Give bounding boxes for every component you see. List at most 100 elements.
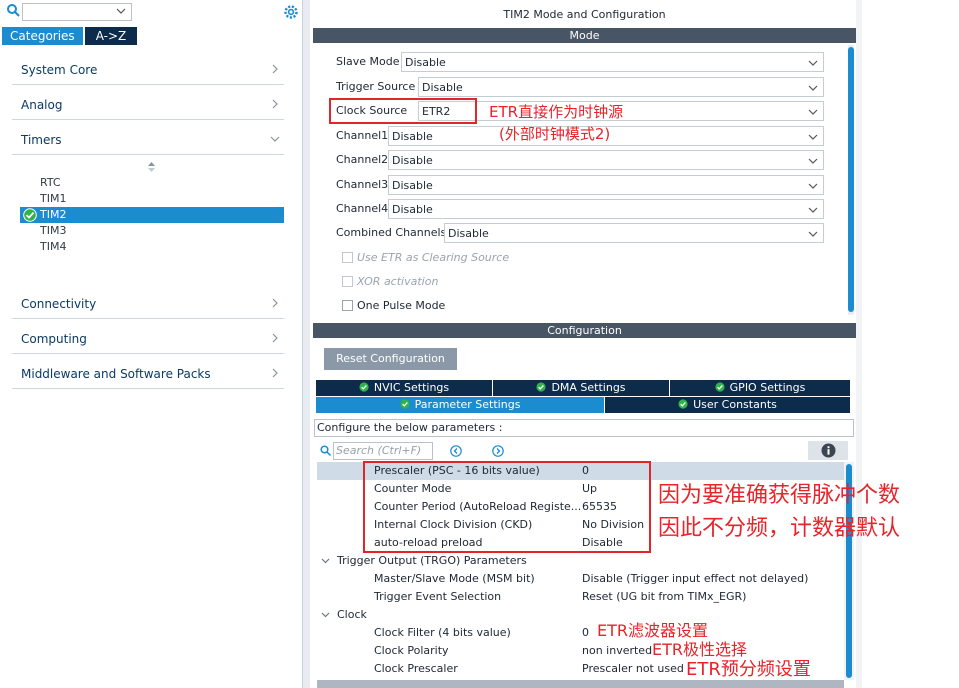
reset-configuration-button[interactable]: Reset Configuration <box>324 348 457 370</box>
tab-user-constants[interactable]: User Constants <box>605 397 851 413</box>
param-name: Clock Polarity <box>374 644 449 657</box>
category-tabs: Categories A->Z <box>2 27 138 45</box>
timer-item-tim3[interactable]: TIM3 <box>40 223 66 239</box>
info-button[interactable] <box>808 441 848 460</box>
category-label: Timers <box>21 133 62 147</box>
param-row-trigger-event[interactable]: Trigger Event Selection Reset (UG bit fr… <box>317 588 844 606</box>
tab-nvic-settings[interactable]: NVIC Settings <box>316 380 493 396</box>
annotation-etr-direct: ETR直接作为时钟源 <box>489 103 624 121</box>
checkbox-label: XOR activation <box>357 275 439 288</box>
param-value[interactable]: 0 <box>582 624 589 642</box>
category-connectivity[interactable]: Connectivity <box>12 289 284 319</box>
channel3-value: Disable <box>392 179 433 192</box>
category-analog[interactable]: Analog <box>12 90 284 120</box>
panel-splitter[interactable] <box>302 0 310 688</box>
tab-a-z[interactable]: A->Z <box>84 27 138 45</box>
param-group-name: Trigger Output (TRGO) Parameters <box>337 554 527 567</box>
param-name: Master/Slave Mode (MSM bit) <box>374 572 535 585</box>
timer-item-tim2[interactable]: TIM2 <box>20 207 284 223</box>
channel2-select[interactable]: Disable <box>388 150 824 170</box>
param-value[interactable]: Disable (Trigger input effect not delaye… <box>582 570 808 588</box>
chevron-down-icon <box>116 8 126 14</box>
slave-mode-select[interactable]: Disable <box>401 52 824 72</box>
horizontal-scrollbar[interactable] <box>317 680 844 688</box>
param-group-clock[interactable]: Clock <box>317 606 844 624</box>
tab-dma-settings[interactable]: DMA Settings <box>493 380 670 396</box>
mode-scrollbar[interactable] <box>848 45 854 315</box>
category-label: System Core <box>21 63 98 77</box>
timer-item-tim1[interactable]: TIM1 <box>40 191 66 207</box>
chevron-down-icon <box>808 60 818 66</box>
param-value[interactable]: Prescaler not used <box>582 660 684 678</box>
channel2-value: Disable <box>392 154 433 167</box>
channel4-select[interactable]: Disable <box>388 199 824 219</box>
clock-source-highlight <box>329 98 477 124</box>
check-circle-icon <box>715 382 725 392</box>
tab-parameter-settings[interactable]: Parameter Settings <box>316 397 605 413</box>
chevron-down-icon <box>321 612 330 618</box>
checkbox-box[interactable] <box>342 276 353 287</box>
tab-label: Parameter Settings <box>414 398 521 411</box>
previous-match-icon[interactable] <box>450 445 462 457</box>
channel1-value: Disable <box>392 130 433 143</box>
search-icon <box>320 445 331 456</box>
category-system-core[interactable]: System Core <box>12 55 284 85</box>
timer-item-label: TIM2 <box>40 208 67 221</box>
param-name: Trigger Event Selection <box>374 590 502 603</box>
timer-item-tim4[interactable]: TIM4 <box>40 239 66 255</box>
param-group-trgo[interactable]: Trigger Output (TRGO) Parameters <box>317 552 844 570</box>
param-value[interactable]: non inverted <box>582 642 652 660</box>
channel1-label: Channel1 <box>336 129 389 142</box>
tab-gpio-settings[interactable]: GPIO Settings <box>670 380 851 396</box>
category-computing[interactable]: Computing <box>12 324 284 354</box>
checkbox-box[interactable] <box>342 252 353 263</box>
parameter-search-input[interactable]: Search (Ctrl+F) <box>333 442 433 460</box>
chevron-right-icon <box>272 99 278 109</box>
outer-scrollbar[interactable] <box>856 0 862 688</box>
channel3-label: Channel3 <box>336 178 389 191</box>
param-row-msm[interactable]: Master/Slave Mode (MSM bit) Disable (Tri… <box>317 570 844 588</box>
param-value[interactable]: Reset (UG bit from TIMx_EGR) <box>582 588 746 606</box>
search-dropdown[interactable] <box>22 3 132 21</box>
annotation-count-line1: 因为要准确获得脉冲个数 <box>658 483 901 508</box>
trigger-source-select[interactable]: Disable <box>418 77 824 97</box>
category-label: Middleware and Software Packs <box>21 367 211 381</box>
slave-mode-value: Disable <box>405 56 446 69</box>
page-title: TIM2 Mode and Configuration <box>503 8 666 21</box>
sort-icon[interactable] <box>147 161 156 173</box>
chevron-down-icon <box>808 207 818 213</box>
timer-item-rtc[interactable]: RTC <box>40 175 61 191</box>
chevron-right-icon <box>272 333 278 343</box>
mode-header: Mode <box>313 28 856 43</box>
category-label: Analog <box>21 98 63 112</box>
scrollbar-thumb[interactable] <box>848 47 854 312</box>
search-icon[interactable] <box>6 3 20 17</box>
category-timers[interactable]: Timers <box>12 125 284 155</box>
parameter-search: Search (Ctrl+F) <box>320 442 435 460</box>
channel3-select[interactable]: Disable <box>388 175 824 195</box>
tab-categories[interactable]: Categories <box>2 27 83 45</box>
checkbox-box[interactable] <box>342 300 353 311</box>
check-circle-icon <box>678 399 688 409</box>
next-match-icon[interactable] <box>492 445 504 457</box>
param-group-name: Clock <box>337 608 367 621</box>
chevron-down-icon <box>270 136 280 142</box>
chevron-down-icon <box>321 558 330 564</box>
category-label: Computing <box>21 332 87 346</box>
chevron-down-icon <box>808 109 818 115</box>
combined-channels-select[interactable]: Disable <box>444 223 824 243</box>
param-row-clock-filter[interactable]: Clock Filter (4 bits value) 0 <box>317 624 844 642</box>
chevron-down-icon <box>808 85 818 91</box>
tab-label: NVIC Settings <box>373 381 450 394</box>
counter-params-highlight <box>363 461 651 553</box>
channel4-row: Channel4 Disable <box>332 199 824 219</box>
combined-channels-row: Combined Channels Disable <box>332 223 824 243</box>
tab-label: User Constants <box>693 398 777 411</box>
stm32cubemx-window: Categories A->Z System Core Analog Timer… <box>0 0 959 688</box>
category-middleware[interactable]: Middleware and Software Packs <box>12 359 284 389</box>
trigger-source-value: Disable <box>422 81 463 94</box>
trigger-source-label: Trigger Source <box>336 80 416 93</box>
gear-icon[interactable] <box>283 4 299 20</box>
trigger-source-row: Trigger Source Disable <box>332 77 824 97</box>
param-name: Clock Filter (4 bits value) <box>374 626 511 639</box>
